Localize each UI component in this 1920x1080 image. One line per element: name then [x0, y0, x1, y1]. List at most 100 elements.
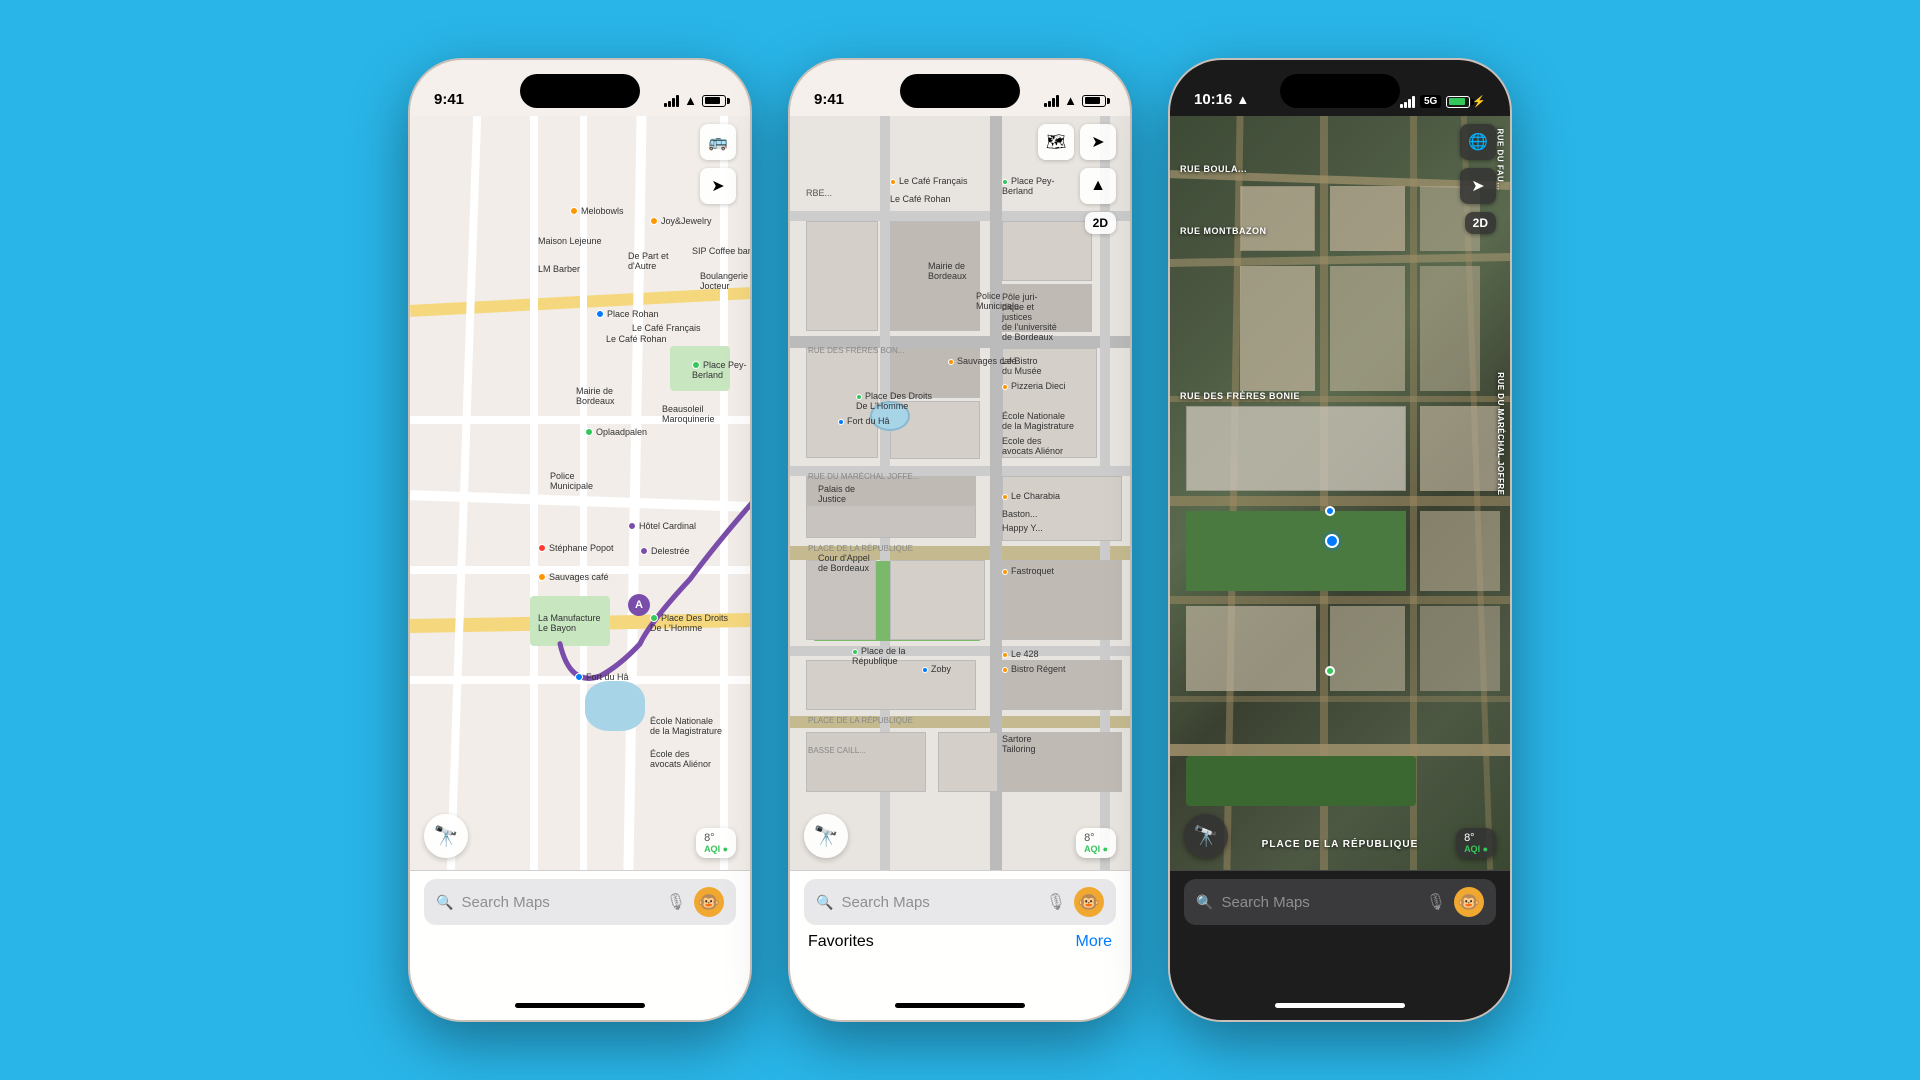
- map-area-2[interactable]: RBE... Le Café Français Le Café Rohan Pl…: [790, 116, 1130, 870]
- mic-icon-2[interactable]: 🎙: [1046, 892, 1066, 912]
- poi-depart: De Part etd'Autre: [628, 251, 669, 271]
- aerial-building-7: [1420, 406, 1500, 491]
- aerial-building-9: [1186, 606, 1316, 691]
- search-bar-2[interactable]: 🔍 Search Maps 🎙 🐵: [804, 879, 1116, 925]
- signal-icon-1: [664, 95, 679, 107]
- battery-icon-1: [702, 95, 726, 107]
- poi-lm: LM Barber: [538, 264, 580, 274]
- poi2-avocats: Ecole desavocats Aliénor: [1002, 436, 1063, 456]
- poi2-cafe-rohan: Le Café Français: [890, 176, 968, 186]
- poi-oplaad: Oplaadpalen: [585, 427, 647, 437]
- road-5: [1170, 596, 1510, 604]
- compass-button-2[interactable]: ➤: [1080, 124, 1116, 160]
- poi-fort: Fort du Hâ: [575, 672, 629, 682]
- search-icon-1: 🔍: [436, 894, 453, 911]
- aerial-palais: [1186, 406, 1406, 491]
- road-place-rep: [1170, 744, 1510, 756]
- poi-ecole-avo: École desavocats Aliénor: [650, 749, 711, 769]
- poi-droits: Place Des DroitsDe L'Homme: [650, 613, 728, 633]
- aerial-building-11: [1420, 606, 1500, 691]
- temp-2: 8°: [1084, 832, 1108, 844]
- poi2-bistro: Le Bistrodu Musée: [1002, 356, 1042, 376]
- binoculars-button-2[interactable]: 🔭: [804, 814, 848, 858]
- signal-icon-3: [1400, 96, 1415, 108]
- weather-3: 8° AQI ●: [1456, 828, 1496, 858]
- favorites-row-2: Favorites More: [804, 933, 1116, 951]
- transit-button[interactable]: 🚌: [700, 124, 736, 160]
- aerial-building-4: [1240, 266, 1315, 391]
- poi2-pole: Pôle juri-dique etjusticesde l'universit…: [1002, 292, 1057, 342]
- wifi-icon-1: ▲: [684, 93, 697, 108]
- map-phone2[interactable]: RBE... Le Café Français Le Café Rohan Pl…: [790, 116, 1130, 870]
- poi2-sartore: SartoreTailoring: [1002, 734, 1036, 754]
- aqi-2: AQI ●: [1084, 844, 1108, 854]
- battery-area-3: ⚡: [1446, 95, 1486, 108]
- poi2-carohan2: Le Café Rohan: [890, 194, 951, 204]
- aerial-street-mar: RUE DU MARÉCHAL JOFFRE: [1496, 372, 1505, 495]
- aerial-building-5: [1330, 266, 1405, 391]
- globe-button-3[interactable]: 🌐: [1460, 124, 1496, 160]
- poi2-cour: Cour d'Appelde Bordeaux: [818, 553, 870, 573]
- binoculars-button-1[interactable]: 🔭: [424, 814, 468, 858]
- poi-sauvages: Sauvages café: [538, 572, 609, 582]
- poi2-zoby: Zoby: [922, 664, 951, 674]
- 2d-button-3[interactable]: 2D: [1465, 212, 1496, 234]
- poi2-rue-bones: RUE DES FRÈRES BON...: [808, 346, 904, 355]
- mic-icon-3[interactable]: 🎙: [1426, 892, 1446, 912]
- poi-joy: Joy&Jewelry: [650, 216, 712, 226]
- aerial-building-1: [1240, 186, 1315, 251]
- map-layers-button-2[interactable]: 🗺: [1038, 124, 1074, 160]
- poi-pey: Place Pey-Berland: [692, 360, 747, 380]
- weather-1: 8° AQI ●: [696, 828, 736, 858]
- poi2-palais: Palais deJustice: [818, 484, 855, 504]
- more-button-2[interactable]: More: [1076, 933, 1112, 951]
- avatar-3[interactable]: 🐵: [1454, 887, 1484, 917]
- home-indicator-3: [1170, 990, 1510, 1020]
- poi-cafe-rohan: Le Café Rohan: [606, 334, 667, 344]
- avatar-1[interactable]: 🐵: [694, 887, 724, 917]
- binoculars-button-3[interactable]: 🔭: [1184, 814, 1228, 858]
- map-phone3[interactable]: RUE BOULA... RUE MONTBAZON RUE DES FRÈRE…: [1170, 116, 1510, 870]
- poi-ecole-nat: École Nationalede la Magistrature: [650, 716, 722, 736]
- poi-dot-blue-3: [1325, 506, 1335, 516]
- signal-icon-2: [1044, 95, 1059, 107]
- search-bar-1[interactable]: 🔍 Search Maps 🎙 🐵: [424, 879, 736, 925]
- temp-1: 8°: [704, 832, 728, 844]
- 2d-button-2[interactable]: 2D: [1085, 212, 1116, 234]
- search-bar-3[interactable]: 🔍 Search Maps 🎙 🐵: [1184, 879, 1496, 925]
- poi-sip: SIP Coffee bar: [692, 246, 750, 256]
- aqi-1: AQI ●: [704, 844, 728, 854]
- poi-cafe-fr: Le Café Français: [632, 323, 701, 333]
- avatar-2[interactable]: 🐵: [1074, 887, 1104, 917]
- map-phone1[interactable]: A B Melobowls Joy&Jewelry Maison Lejeune…: [410, 116, 750, 870]
- aerial-green-square: [1186, 511, 1406, 591]
- poi2-pey: Place Pey-Berland: [1002, 176, 1055, 196]
- battery-icon-3: [1446, 96, 1470, 108]
- poi2-pizzeria: Pizzeria Dieci: [1002, 381, 1066, 391]
- mic-icon-1[interactable]: 🎙: [666, 892, 686, 912]
- poi2-label1: RBE...: [806, 188, 832, 198]
- road-4: [1170, 496, 1510, 506]
- map-area-3[interactable]: RUE BOULA... RUE MONTBAZON RUE DES FRÈRE…: [1170, 116, 1510, 870]
- poi-beausoleil: BeausoleilMaroquinerie: [662, 404, 715, 424]
- poi-maison: Maison Lejeune: [538, 236, 602, 246]
- bottom-bar-2: 🔍 Search Maps 🎙 🐵 Favorites More: [790, 870, 1130, 990]
- aqi-3: AQI ●: [1464, 844, 1488, 854]
- status-time-2: 9:41: [814, 91, 844, 108]
- location-arrow-3: ▲: [1236, 92, 1249, 107]
- status-icons-2: ▲: [1044, 93, 1106, 108]
- compass-button-3[interactable]: ➤: [1460, 168, 1496, 204]
- bottom-bar-1: 🔍 Search Maps 🎙 🐵: [410, 870, 750, 990]
- location-button-2[interactable]: ▲: [1080, 168, 1116, 204]
- poi2-mairie: Mairie deBordeaux: [928, 261, 967, 281]
- compass-button-1[interactable]: ➤: [700, 168, 736, 204]
- poi-hotel: Hôtel Cardinal: [628, 521, 696, 531]
- search-placeholder-3: Search Maps: [1221, 894, 1417, 911]
- status-time-3: 10:16: [1194, 91, 1232, 108]
- poi2-le428: Le 428: [1002, 649, 1039, 659]
- map-area-1[interactable]: A B Melobowls Joy&Jewelry Maison Lejeune…: [410, 116, 750, 870]
- marker-a: A: [628, 594, 650, 616]
- dynamic-island-3: [1280, 74, 1400, 108]
- poi-stephane: Stéphane Popot: [538, 543, 614, 553]
- poi2-happy: Happy Y...: [1002, 523, 1043, 533]
